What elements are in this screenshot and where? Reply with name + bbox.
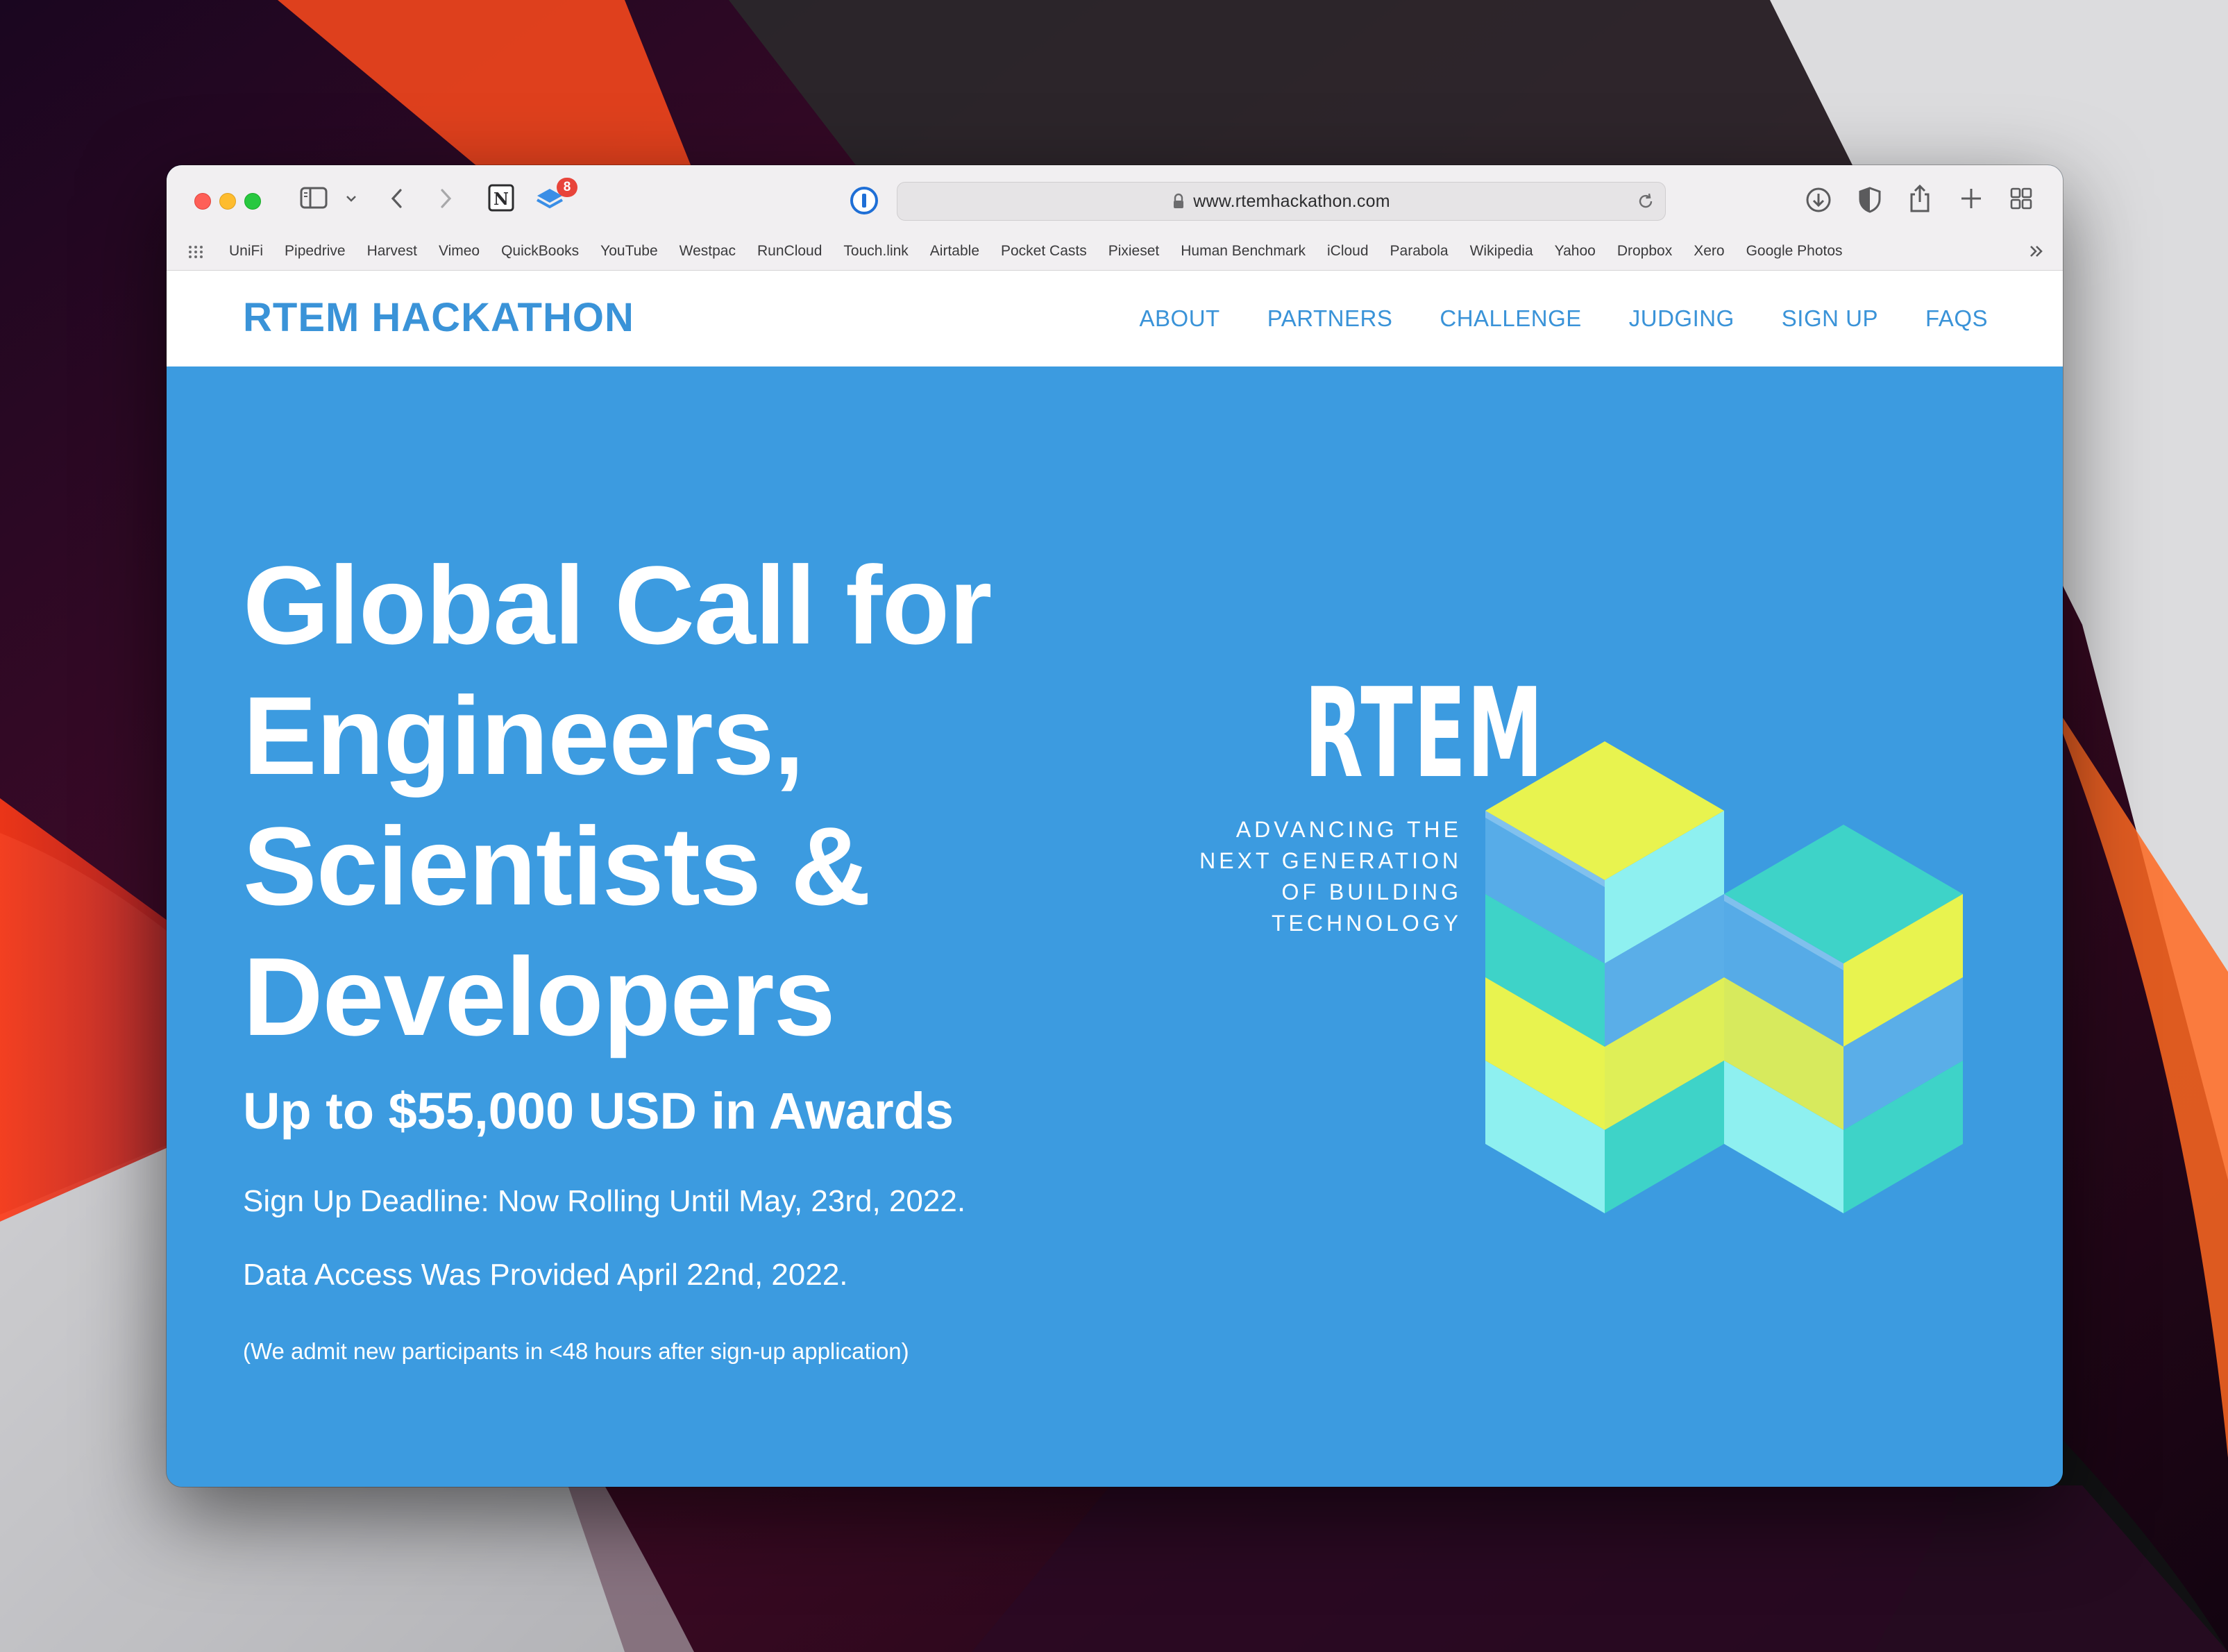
bookmark-icloud[interactable]: iCloud [1327,243,1369,260]
site-header: RTEM HACKATHON ABOUT PARTNERS CHALLENGE … [167,271,2063,366]
browser-toolbar: N 8 www.rtemhackathon.com UniFi Pipedriv… [167,165,2063,271]
bookmark-youtube[interactable]: YouTube [600,243,658,260]
hero-subtitle: Up to $55,000 USD in Awards [243,1082,954,1140]
download-icon[interactable] [1805,186,1832,214]
notification-badge: 8 [557,178,577,197]
hero-title-line: Engineers, [243,673,804,798]
bookmark-pixieset[interactable]: Pixieset [1108,243,1160,260]
bookmark-quickbooks[interactable]: QuickBooks [501,243,579,260]
more-icon[interactable] [2027,242,2046,264]
rtem-tagline-line: NEXT GENERATION [1199,848,1462,873]
left-cube-stack [1485,741,1724,1213]
bookmark-yahoo[interactable]: Yahoo [1555,243,1596,260]
bookmark-human-benchmark[interactable]: Human Benchmark [1181,243,1306,260]
browser-window: N 8 www.rtemhackathon.com UniFi Pipedriv… [167,165,2063,1487]
site-nav: ABOUT PARTNERS CHALLENGE JUDGING SIGN UP… [1092,271,1988,366]
rtem-wordmark: RTEM [1304,661,1544,805]
bookmark-vimeo[interactable]: Vimeo [439,243,480,260]
right-cube-stack [1724,825,1963,1213]
bookmark-wikipedia[interactable]: Wikipedia [1470,243,1533,260]
nav-link-sign-up[interactable]: SIGN UP [1782,305,1878,332]
minimize-window-button[interactable] [219,193,236,210]
isometric-cubes-graphic [1485,741,1963,1213]
lock-icon [1172,193,1185,210]
hero-section: Global Call for Engineers, Scientists & … [167,366,2063,1487]
url-text: www.rtemhackathon.com [1193,191,1390,211]
onepassword-icon[interactable] [850,186,879,215]
nav-link-partners[interactable]: PARTNERS [1267,305,1393,332]
hero-title: Global Call for Engineers, Scientists & … [243,540,1215,1062]
hero-title-line: Developers [243,934,836,1059]
bookmark-list: UniFi Pipedrive Harvest Vimeo QuickBooks… [229,232,1864,271]
address-bar[interactable]: www.rtemhackathon.com [897,182,1666,221]
bookmark-parabola[interactable]: Parabola [1390,243,1449,260]
bookmark-runcloud[interactable]: RunCloud [757,243,822,260]
maximize-window-button[interactable] [244,193,261,210]
nav-link-judging[interactable]: JUDGING [1629,305,1735,332]
hero-title-line: Scientists & [243,804,871,928]
bookmark-airtable[interactable]: Airtable [930,243,979,260]
bookmark-touch-link[interactable]: Touch.link [843,243,908,260]
rtem-tagline-line: OF BUILDING [1281,879,1462,904]
rtem-tagline: ADVANCING THE NEXT GENERATION OF BUILDIN… [1166,814,1462,939]
close-window-button[interactable] [194,193,211,210]
rtem-tagline-line: TECHNOLOGY [1271,911,1462,936]
back-icon[interactable] [389,186,405,211]
bookmark-pipedrive[interactable]: Pipedrive [285,243,346,260]
nav-link-challenge[interactable]: CHALLENGE [1440,305,1581,332]
rtem-tagline-line: ADVANCING THE [1235,817,1462,842]
new-tab-icon[interactable] [1959,186,1984,211]
hero-title-line: Global Call for [243,543,992,667]
bookmarks-bar: UniFi Pipedrive Harvest Vimeo QuickBooks… [167,232,2063,271]
nav-link-faqs[interactable]: FAQS [1925,305,1988,332]
forward-icon[interactable] [437,186,454,211]
data-access-text: Data Access Was Provided April 22nd, 202… [243,1258,848,1292]
share-icon[interactable] [1907,183,1932,214]
bookmark-google-photos[interactable]: Google Photos [1746,243,1843,260]
bookmark-pocket-casts[interactable]: Pocket Casts [1001,243,1087,260]
bookmark-harvest[interactable]: Harvest [367,243,417,260]
notion-icon[interactable]: N [487,183,515,212]
nav-link-about[interactable]: ABOUT [1140,305,1220,332]
bookmark-dropbox[interactable]: Dropbox [1617,243,1672,260]
tab-overview-icon[interactable] [2009,186,2034,211]
svg-text:N: N [493,189,509,209]
signup-deadline-text: Sign Up Deadline: Now Rolling Until May,… [243,1184,966,1218]
shield-icon[interactable] [1857,186,1882,214]
bookmark-unifi[interactable]: UniFi [229,243,263,260]
reload-icon[interactable] [1636,192,1655,214]
bookmark-xero[interactable]: Xero [1694,243,1724,260]
admission-note: (We admit new participants in <48 hours … [243,1338,909,1364]
sidebar-icon[interactable] [300,186,328,210]
grid-icon[interactable] [187,244,204,263]
chevron-down-icon[interactable] [344,192,358,205]
site-logo[interactable]: RTEM HACKATHON [243,294,634,341]
bookmark-westpac[interactable]: Westpac [680,243,736,260]
